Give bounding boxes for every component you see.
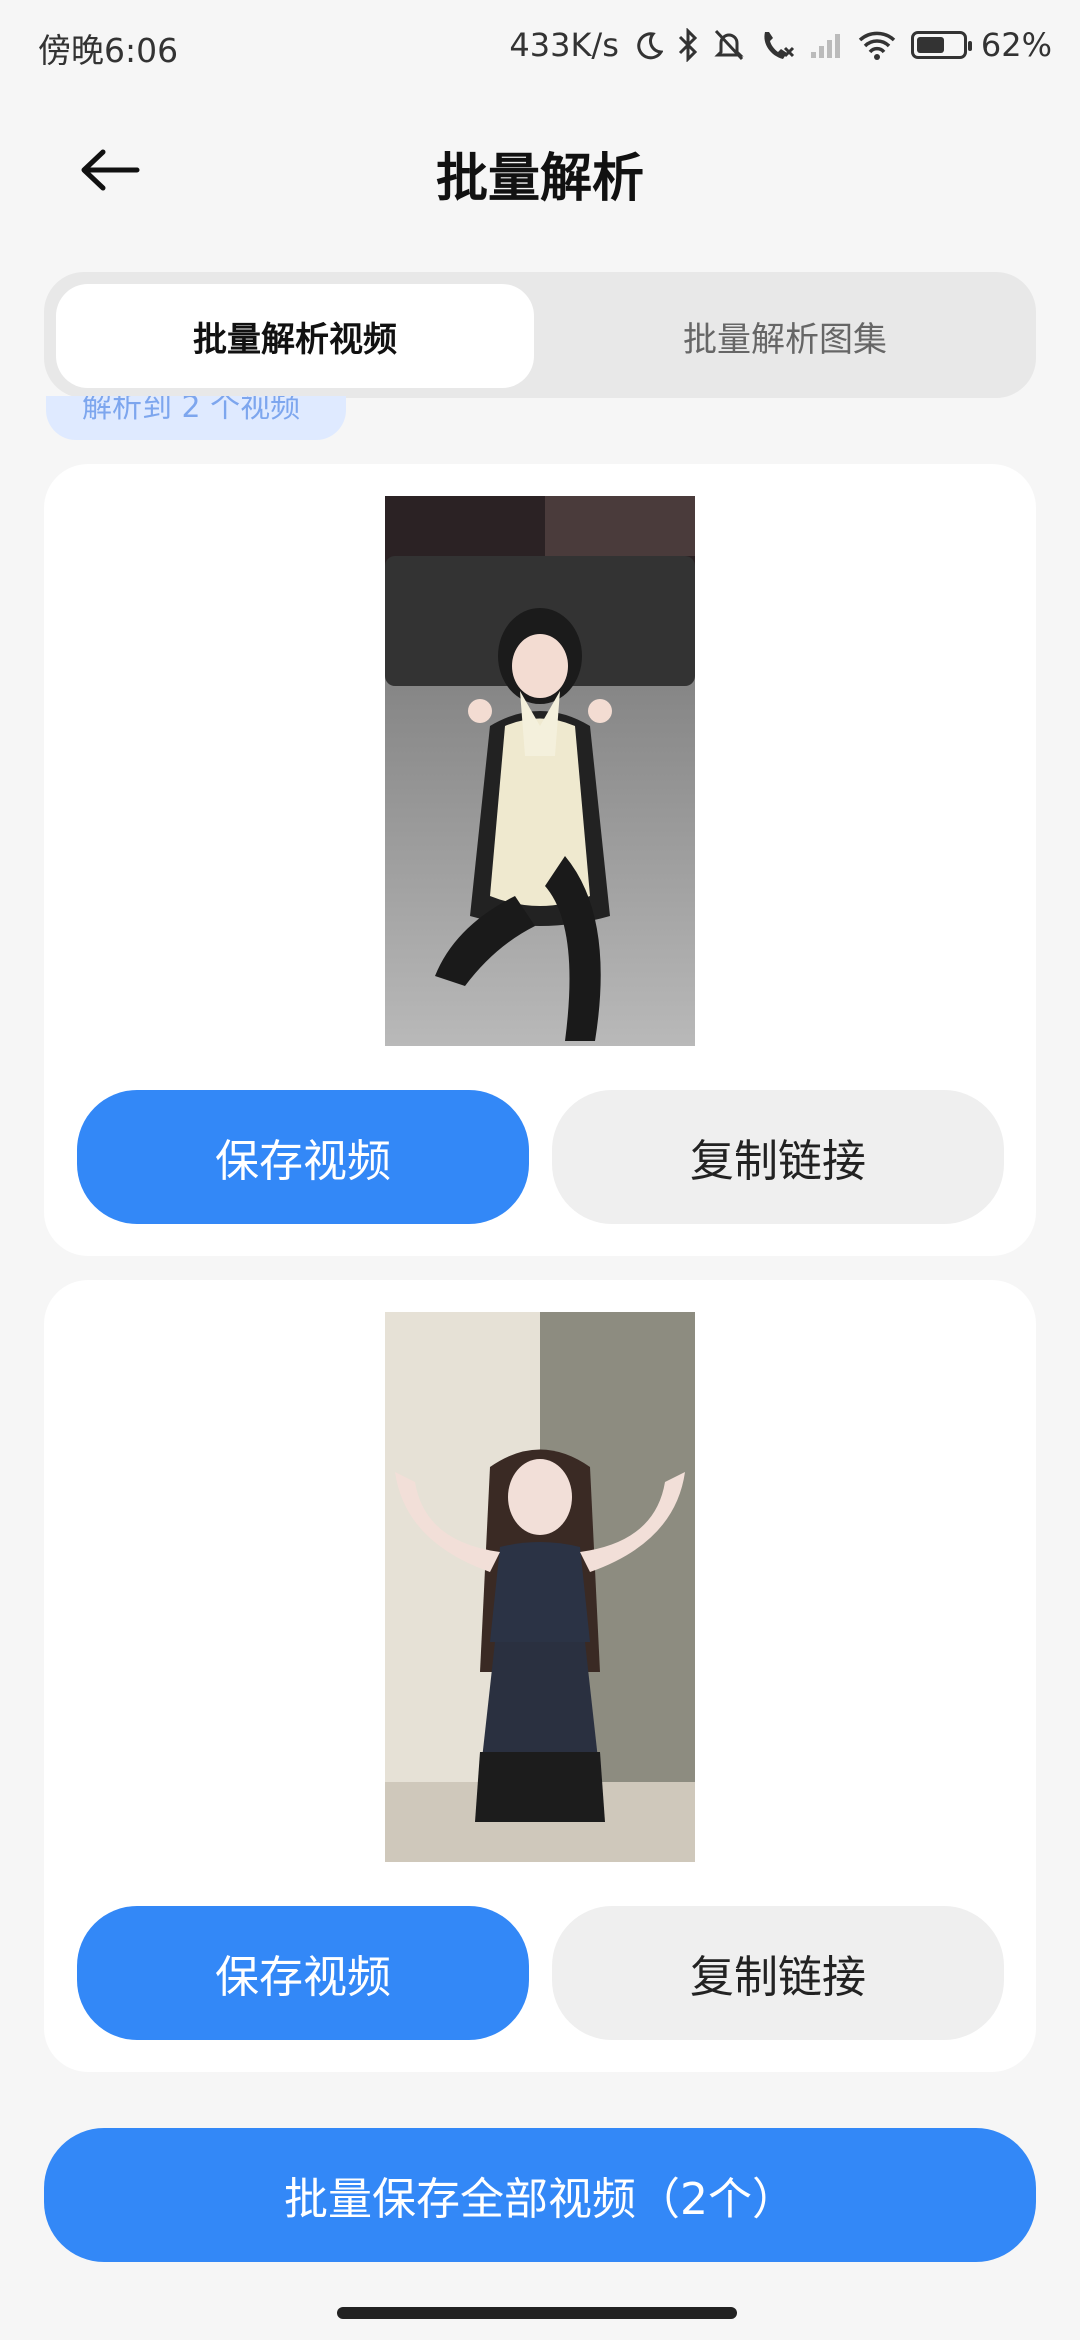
page-title: 批量解析: [435, 149, 644, 209]
copy-link-button[interactable]: 复制链接: [552, 1090, 1004, 1224]
signal-icon: [809, 30, 843, 60]
video-thumbnail[interactable]: [385, 496, 695, 1046]
save-video-button[interactable]: 保存视频: [77, 1090, 529, 1224]
status-time: 傍晚6:06: [38, 31, 179, 70]
mute-bell-icon: [713, 28, 745, 62]
bulk-save-all-button[interactable]: 批量保存全部视频（2个）: [44, 2128, 1036, 2262]
save-video-button[interactable]: 保存视频: [77, 1906, 529, 2040]
video-card: 保存视频 复制链接: [44, 1280, 1036, 2072]
result-count-chip: 解析到 2 个视频: [46, 396, 346, 440]
bluetooth-icon: [677, 28, 699, 62]
battery-icon: [910, 31, 972, 59]
status-icons: 433K/s 62%: [509, 20, 1052, 70]
video-card: 保存视频 复制链接: [44, 464, 1036, 1256]
result-count-label: 解析到 2 个视频: [82, 396, 301, 425]
tab-batch-video[interactable]: 批量解析视频: [56, 284, 534, 388]
wifi-icon: [857, 29, 897, 61]
status-bar: 傍晚6:06 433K/s 62%: [0, 0, 1080, 92]
moon-icon: [633, 30, 663, 60]
net-speed: 433K/s: [509, 26, 619, 64]
missed-call-icon: [759, 28, 795, 62]
video-thumbnail[interactable]: [385, 1312, 695, 1862]
copy-link-button[interactable]: 复制链接: [552, 1906, 1004, 2040]
tab-batch-gallery[interactable]: 批量解析图集: [546, 284, 1024, 388]
battery-percent: 62%: [980, 26, 1052, 64]
home-indicator[interactable]: [337, 2307, 737, 2319]
header: 批量解析: [0, 110, 1080, 230]
tab-bar: 批量解析视频 批量解析图集: [44, 272, 1036, 398]
